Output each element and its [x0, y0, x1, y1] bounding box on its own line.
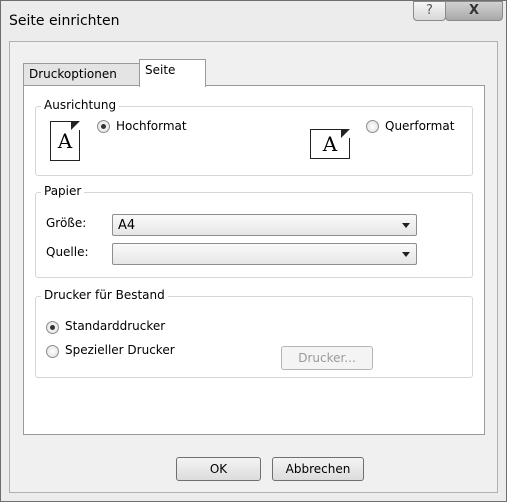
- page-setup-dialog: Seite einrichten ? X Druckoptionen Seite…: [0, 0, 507, 502]
- printer-legend: Drucker für Bestand: [41, 288, 168, 302]
- orientation-group: Ausrichtung A Hochformat A Querformat: [35, 98, 473, 176]
- paper-group: Papier Größe: A4 Quelle:: [35, 184, 473, 278]
- close-button[interactable]: X: [445, 1, 503, 21]
- help-button[interactable]: ?: [413, 1, 446, 21]
- size-select[interactable]: A4: [112, 214, 417, 236]
- title-bar: Seite einrichten ? X: [1, 1, 506, 41]
- landscape-page-icon: A: [310, 129, 350, 159]
- default-printer-label: Standarddrucker: [65, 319, 166, 333]
- portrait-label: Hochformat: [116, 119, 187, 133]
- specific-printer-label: Spezieller Drucker: [65, 343, 175, 357]
- window-title: Seite einrichten: [9, 13, 120, 29]
- specific-printer-radio[interactable]: [46, 345, 59, 358]
- chevron-down-icon: [402, 223, 410, 228]
- landscape-radio[interactable]: [366, 120, 379, 133]
- tab-label: Druckoptionen: [29, 67, 117, 81]
- tab-panel-seite: Ausrichtung A Hochformat A Querformat Pa…: [23, 85, 485, 435]
- paper-legend: Papier: [41, 184, 85, 198]
- tab-seite[interactable]: Seite: [139, 59, 206, 87]
- cancel-button-label: Abbrechen: [285, 462, 351, 476]
- landscape-label: Querformat: [385, 119, 455, 133]
- default-printer-radio[interactable]: [46, 321, 59, 334]
- close-icon: X: [468, 3, 480, 18]
- orientation-legend: Ausrichtung: [41, 98, 120, 112]
- chevron-down-icon: [402, 252, 410, 257]
- printer-button[interactable]: Drucker...: [281, 346, 373, 370]
- ok-button-label: OK: [209, 462, 228, 476]
- ok-button[interactable]: OK: [176, 457, 261, 481]
- source-select[interactable]: [112, 243, 417, 265]
- tab-label: Seite: [145, 63, 176, 77]
- tab-druckoptionen[interactable]: Druckoptionen: [23, 63, 140, 85]
- help-icon: ?: [426, 3, 433, 18]
- size-value: A4: [118, 218, 136, 233]
- portrait-page-icon: A: [50, 121, 80, 161]
- printer-button-label: Drucker...: [298, 351, 356, 365]
- size-label: Größe:: [46, 216, 87, 230]
- portrait-radio[interactable]: [97, 120, 110, 133]
- printer-group: Drucker für Bestand Standarddrucker Spez…: [35, 288, 473, 378]
- source-label: Quelle:: [46, 245, 89, 259]
- cancel-button[interactable]: Abbrechen: [272, 457, 364, 481]
